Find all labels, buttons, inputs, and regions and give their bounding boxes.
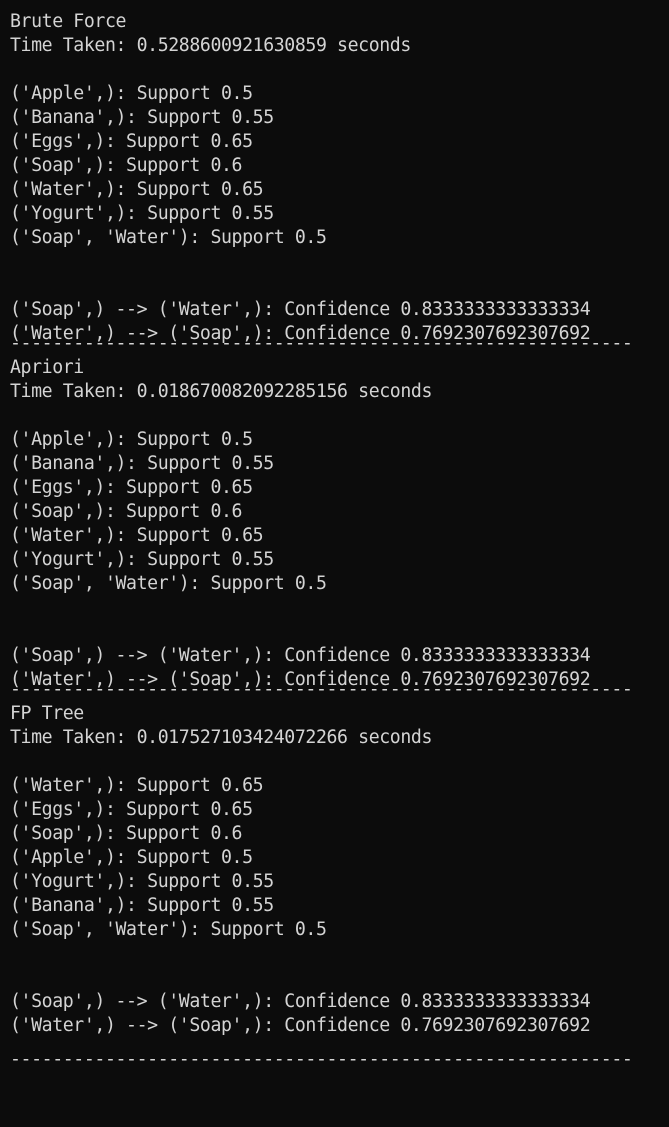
support-line: ('Soap',): Support 0.6 bbox=[10, 501, 243, 522]
support-line: ('Water',): Support 0.65 bbox=[10, 775, 264, 796]
rule-line: ('Water',) --> ('Soap',): Confidence 0.7… bbox=[10, 1015, 591, 1036]
support-line: ('Eggs',): Support 0.65 bbox=[10, 477, 253, 498]
separator-line: ----------------------------------------… bbox=[10, 333, 633, 354]
support-line: ('Soap', 'Water'): Support 0.5 bbox=[10, 573, 327, 594]
separator-line: ----------------------------------------… bbox=[10, 1049, 633, 1070]
support-line: ('Soap', 'Water'): Support 0.5 bbox=[10, 919, 327, 940]
rule-line: ('Soap',) --> ('Water',): Confidence 0.8… bbox=[10, 645, 591, 666]
support-line: ('Banana',): Support 0.55 bbox=[10, 895, 274, 916]
support-line: ('Water',): Support 0.65 bbox=[10, 179, 264, 200]
support-line: ('Eggs',): Support 0.65 bbox=[10, 799, 253, 820]
support-line: ('Apple',): Support 0.5 bbox=[10, 83, 253, 104]
support-line: ('Yogurt',): Support 0.55 bbox=[10, 871, 274, 892]
section-title: FP Tree bbox=[10, 703, 84, 724]
support-line: ('Apple',): Support 0.5 bbox=[10, 847, 253, 868]
support-line: ('Soap', 'Water'): Support 0.5 bbox=[10, 227, 327, 248]
support-line: ('Soap',): Support 0.6 bbox=[10, 155, 243, 176]
support-line: ('Apple',): Support 0.5 bbox=[10, 429, 253, 450]
support-line: ('Banana',): Support 0.55 bbox=[10, 453, 274, 474]
section-title: Apriori bbox=[10, 357, 84, 378]
support-line: ('Eggs',): Support 0.65 bbox=[10, 131, 253, 152]
support-line: ('Yogurt',): Support 0.55 bbox=[10, 203, 274, 224]
terminal-output[interactable]: ----------------------------------------… bbox=[0, 0, 669, 1127]
separator-line: ----------------------------------------… bbox=[10, 0, 669, 10]
rule-line: ('Soap',) --> ('Water',): Confidence 0.8… bbox=[10, 299, 591, 320]
section-title: Brute Force bbox=[10, 11, 127, 32]
support-line: ('Banana',): Support 0.55 bbox=[10, 107, 274, 128]
support-line: ('Water',): Support 0.65 bbox=[10, 525, 264, 546]
rule-line: ('Soap',) --> ('Water',): Confidence 0.8… bbox=[10, 991, 591, 1012]
support-line: ('Yogurt',): Support 0.55 bbox=[10, 549, 274, 570]
separator-line: ----------------------------------------… bbox=[10, 679, 633, 700]
time-taken: Time Taken: 0.018670082092285156 seconds bbox=[10, 381, 432, 402]
time-taken: Time Taken: 0.5288600921630859 seconds bbox=[10, 35, 411, 56]
time-taken: Time Taken: 0.017527103424072266 seconds bbox=[10, 727, 432, 748]
support-line: ('Soap',): Support 0.6 bbox=[10, 823, 243, 844]
